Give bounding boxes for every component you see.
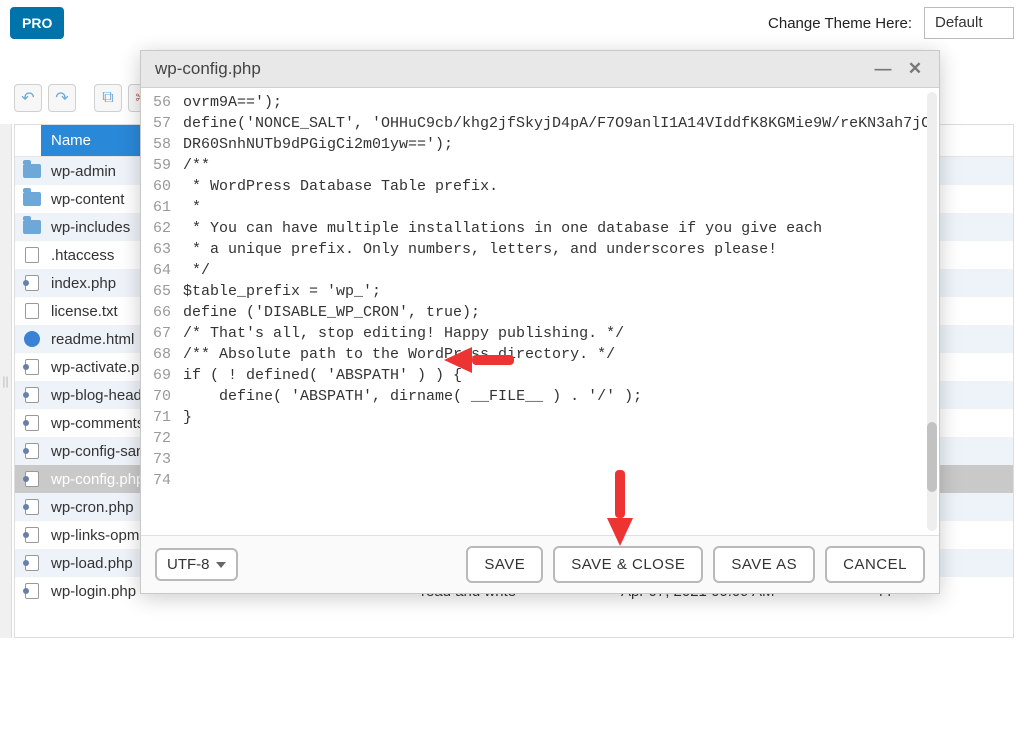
line-number: 73 bbox=[143, 449, 171, 470]
line-number: 57 bbox=[143, 113, 171, 134]
code-line[interactable]: */ bbox=[183, 260, 933, 281]
redo-button[interactable]: ↷ bbox=[48, 84, 76, 112]
encoding-select[interactable]: UTF-8 bbox=[155, 548, 238, 581]
editor-dialog: wp-config.php — ✕ 5657585960616263646566… bbox=[140, 50, 940, 594]
code-line[interactable]: /* That's all, stop editing! Happy publi… bbox=[183, 323, 933, 344]
top-bar: PRO Change Theme Here: Default bbox=[0, 0, 1024, 46]
minimize-button[interactable]: — bbox=[873, 61, 893, 77]
php-icon bbox=[21, 274, 43, 292]
theme-label: Change Theme Here: bbox=[768, 15, 912, 32]
code-line[interactable]: /** bbox=[183, 155, 933, 176]
line-number: 63 bbox=[143, 239, 171, 260]
undo-icon: ↶ bbox=[21, 88, 34, 108]
line-number: 71 bbox=[143, 407, 171, 428]
line-number: 66 bbox=[143, 302, 171, 323]
left-rail-handle[interactable]: || bbox=[0, 124, 12, 638]
code-line[interactable]: } bbox=[183, 407, 933, 428]
editor-scrollbar[interactable] bbox=[927, 92, 937, 531]
php-icon bbox=[21, 386, 43, 404]
php-icon bbox=[21, 554, 43, 572]
line-number: 69 bbox=[143, 365, 171, 386]
code-line[interactable]: define( 'ABSPATH', dirname( __FILE__ ) .… bbox=[183, 386, 933, 407]
copy-button[interactable]: ⧉ bbox=[94, 84, 122, 112]
line-number: 74 bbox=[143, 470, 171, 491]
line-number: 70 bbox=[143, 386, 171, 407]
line-number: 61 bbox=[143, 197, 171, 218]
save-button[interactable]: SAVE bbox=[466, 546, 543, 583]
annotation-arrow-save-close bbox=[607, 470, 633, 546]
line-number: 58 bbox=[143, 134, 171, 155]
code-line[interactable]: define('NONCE_SALT', 'OHHuC9cb/khg2jfSky… bbox=[183, 113, 933, 155]
file-icon bbox=[21, 246, 43, 264]
line-number: 56 bbox=[143, 92, 171, 113]
copy-icon: ⧉ bbox=[102, 89, 113, 107]
code-line[interactable]: ovrm9A=='); bbox=[183, 92, 933, 113]
php-icon bbox=[21, 358, 43, 376]
php-icon bbox=[21, 470, 43, 488]
php-icon bbox=[21, 526, 43, 544]
annotation-arrow-line-66 bbox=[444, 347, 514, 373]
line-number: 64 bbox=[143, 260, 171, 281]
php-icon bbox=[21, 442, 43, 460]
code-line[interactable]: * bbox=[183, 197, 933, 218]
scrollbar-thumb[interactable] bbox=[927, 422, 937, 492]
pro-badge[interactable]: PRO bbox=[10, 7, 64, 39]
close-button[interactable]: ✕ bbox=[905, 61, 925, 77]
code-content[interactable]: ovrm9A==');define('NONCE_SALT', 'OHHuC9c… bbox=[177, 88, 939, 535]
file-icon bbox=[21, 302, 43, 320]
folder-icon bbox=[21, 190, 43, 208]
line-number: 67 bbox=[143, 323, 171, 344]
code-line[interactable]: * a unique prefix. Only numbers, letters… bbox=[183, 239, 933, 260]
cancel-button[interactable]: CANCEL bbox=[825, 546, 925, 583]
code-line[interactable]: * You can have multiple installations in… bbox=[183, 218, 933, 239]
theme-select[interactable]: Default bbox=[924, 7, 1014, 39]
line-number: 68 bbox=[143, 344, 171, 365]
code-line[interactable]: define ('DISABLE_WP_CRON', true); bbox=[183, 302, 933, 323]
undo-button[interactable]: ↶ bbox=[14, 84, 42, 112]
dialog-footer: UTF-8 SAVE SAVE & CLOSE SAVE AS CANCEL bbox=[141, 535, 939, 593]
line-number: 59 bbox=[143, 155, 171, 176]
dialog-title: wp-config.php bbox=[155, 59, 861, 79]
line-number: 65 bbox=[143, 281, 171, 302]
php-icon bbox=[21, 498, 43, 516]
code-line[interactable]: /** Absolute path to the WordPress direc… bbox=[183, 344, 933, 365]
code-line[interactable]: * WordPress Database Table prefix. bbox=[183, 176, 933, 197]
folder-icon bbox=[21, 218, 43, 236]
save-close-button[interactable]: SAVE & CLOSE bbox=[553, 546, 703, 583]
line-number: 72 bbox=[143, 428, 171, 449]
php-icon bbox=[21, 414, 43, 432]
line-number: 62 bbox=[143, 218, 171, 239]
code-line[interactable]: $table_prefix = 'wp_'; bbox=[183, 281, 933, 302]
folder-icon bbox=[21, 162, 43, 180]
toolbar: ↶ ↷ ⧉ ✂ bbox=[14, 84, 156, 112]
php-icon bbox=[21, 582, 43, 600]
dialog-titlebar[interactable]: wp-config.php — ✕ bbox=[141, 51, 939, 88]
save-as-button[interactable]: SAVE AS bbox=[713, 546, 815, 583]
redo-icon: ↷ bbox=[55, 88, 68, 108]
globe-icon bbox=[21, 330, 43, 348]
line-number: 60 bbox=[143, 176, 171, 197]
line-number-gutter: 56575859606162636465666768697071727374 bbox=[141, 88, 177, 535]
code-editor[interactable]: 56575859606162636465666768697071727374 o… bbox=[141, 88, 939, 535]
code-line[interactable]: if ( ! defined( 'ABSPATH' ) ) { bbox=[183, 365, 933, 386]
